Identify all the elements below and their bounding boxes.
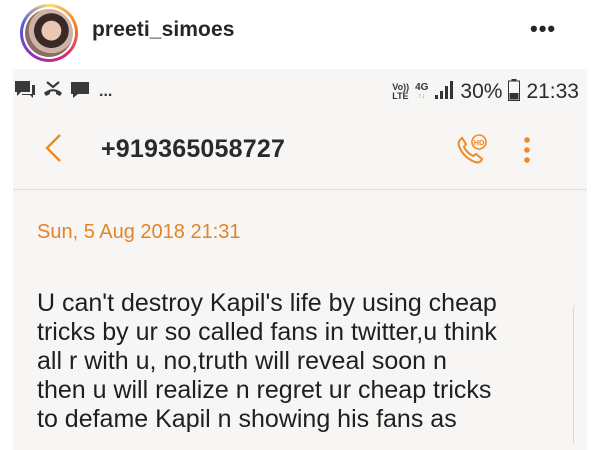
- more-notifications: ...: [99, 83, 113, 100]
- back-button[interactable]: [41, 131, 71, 167]
- scrollbar[interactable]: [573, 305, 580, 445]
- data-arrows: ↑↓: [418, 93, 426, 100]
- notification-icons: ...: [13, 79, 112, 105]
- chevron-left-icon: [45, 134, 61, 162]
- network-type: 4G: [415, 82, 429, 93]
- username[interactable]: preeti_simoes: [92, 18, 235, 42]
- missed-call-icon: [41, 79, 65, 106]
- more-menu-button[interactable]: [521, 135, 533, 165]
- conversation-toolbar: +919365058727 HD: [13, 113, 587, 189]
- avatar[interactable]: [20, 4, 78, 62]
- lte-label: LTE: [392, 91, 409, 101]
- status-indicators: Vo)) LTE 4G ↑↓ 30% 21:33: [392, 78, 579, 106]
- signal-icon: [434, 80, 454, 105]
- message-date: Sun, 5 Aug 2018 21:31: [37, 221, 241, 243]
- instagram-post-header: preeti_simoes •••: [0, 0, 600, 68]
- battery-percent: 30%: [460, 80, 503, 103]
- network-indicator: 4G ↑↓: [415, 83, 428, 101]
- phone-hd-icon: HD: [457, 134, 487, 164]
- more-options-button[interactable]: •••: [530, 16, 556, 42]
- hd-call-button[interactable]: HD: [453, 133, 489, 167]
- chat-icon: [13, 79, 37, 106]
- battery-icon: [508, 78, 521, 106]
- screenshot-root: preeti_simoes ••• ... Vo)) LTE 4G ↑↓ 30%…: [0, 0, 600, 450]
- avatar-photo: [25, 9, 73, 57]
- avatar-inner: [23, 7, 75, 59]
- message-text[interactable]: U can't destroy Kapil's life by using ch…: [37, 289, 577, 434]
- hd-badge: HD: [474, 138, 485, 147]
- clock: 21:33: [526, 80, 579, 103]
- sms-screenshot: ... Vo)) LTE 4G ↑↓ 30% 21:33 +9193650587…: [13, 69, 587, 450]
- toolbar-divider: [13, 189, 587, 190]
- contact-number: +919365058727: [101, 135, 286, 163]
- message-icon: [69, 79, 91, 106]
- status-bar: ... Vo)) LTE 4G ↑↓ 30% 21:33: [13, 69, 587, 113]
- vertical-dots-icon: [524, 137, 530, 163]
- volte-indicator: Vo)) LTE: [392, 83, 409, 101]
